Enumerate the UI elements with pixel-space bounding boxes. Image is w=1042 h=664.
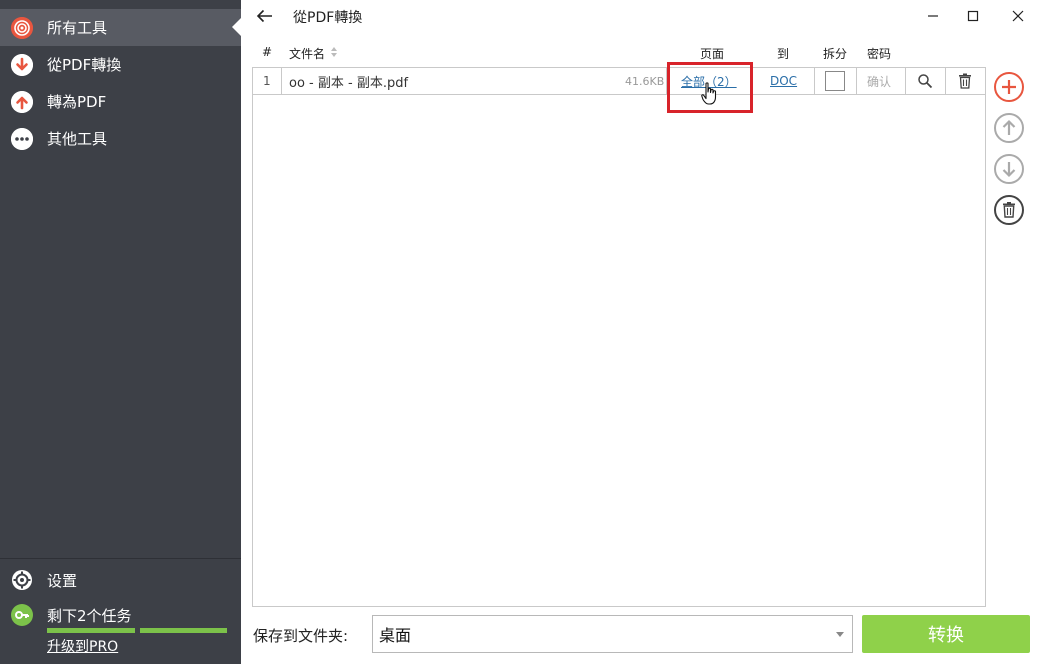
clear-all-button[interactable]	[993, 194, 1025, 226]
plus-circle-icon	[994, 72, 1024, 102]
settings-button[interactable]: 设置	[0, 560, 241, 600]
sidebar-item-all-tools[interactable]: 所有工具	[0, 9, 241, 46]
close-icon[interactable]	[1008, 6, 1028, 26]
convert-button-label: 转换	[928, 625, 964, 646]
trash-circle-icon	[994, 195, 1024, 225]
progress-segment	[47, 628, 135, 633]
file-table: 1 oo - 副本 - 副本.pdf 41.6KB 全部（2） DOC 确认	[252, 67, 986, 607]
column-header-filename[interactable]: 文件名	[289, 45, 338, 62]
cell-divider	[281, 68, 282, 94]
column-header-split: 拆分	[823, 47, 848, 61]
column-header-filename-label: 文件名	[289, 47, 326, 61]
main-panel: 從PDF轉換 # 文件名 页面 到 拆分 密码 1 oo - 副本 - 副本.p…	[241, 0, 1042, 664]
sidebar-item-to-pdf[interactable]: 轉為PDF	[0, 83, 241, 120]
column-header-index: #	[262, 45, 273, 59]
table-row[interactable]: 1 oo - 副本 - 副本.pdf 41.6KB 全部（2） DOC 确认	[253, 68, 985, 95]
tasks-progress-bar	[47, 628, 227, 633]
sidebar-footer: 设置 剩下2个任务 升级到PRO	[0, 558, 241, 655]
sidebar-item-label: 所有工具	[47, 19, 108, 37]
sidebar-item-from-pdf[interactable]: 從PDF轉換	[0, 46, 241, 83]
save-folder-select[interactable]: 桌面	[372, 615, 853, 653]
split-checkbox-cell	[825, 68, 845, 94]
tasks-label: 剩下2个任务	[47, 606, 132, 625]
hand-cursor-icon	[701, 82, 719, 110]
add-file-button[interactable]	[993, 71, 1025, 103]
title-bar: 從PDF轉換	[241, 0, 1042, 32]
save-folder-value: 桌面	[379, 626, 412, 645]
column-header-password: 密码	[867, 47, 892, 61]
arrow-down-icon	[11, 53, 33, 76]
column-header-pages: 页面	[700, 47, 725, 61]
cell-divider	[856, 68, 857, 94]
sidebar-item-label: 轉為PDF	[47, 93, 107, 111]
save-folder-label: 保存到文件夹:	[253, 627, 349, 645]
sidebar-item-label: 從PDF轉換	[47, 56, 122, 74]
split-checkbox[interactable]	[825, 71, 845, 91]
sidebar-item-label: 其他工具	[47, 130, 108, 148]
arrow-down-circle-icon	[994, 154, 1024, 184]
delete-row-icon[interactable]	[958, 68, 972, 94]
tasks-status: 剩下2个任务	[0, 600, 241, 630]
cell-divider	[945, 68, 946, 94]
more-icon	[11, 127, 33, 150]
row-index: 1	[263, 74, 271, 88]
progress-segment	[139, 628, 227, 633]
chevron-down-icon	[836, 632, 844, 637]
cell-divider	[814, 68, 815, 94]
row-filesize: 41.6KB	[625, 74, 665, 88]
gear-icon	[11, 569, 33, 591]
column-header-to: 到	[777, 47, 790, 61]
back-arrow-icon[interactable]	[255, 6, 275, 26]
convert-button[interactable]: 转换	[862, 615, 1030, 653]
move-down-button[interactable]	[993, 153, 1025, 185]
minimize-icon[interactable]	[923, 6, 943, 26]
cell-divider	[905, 68, 906, 94]
settings-label: 设置	[47, 571, 78, 590]
arrow-up-circle-icon	[994, 113, 1024, 143]
sidebar-item-other-tools[interactable]: 其他工具	[0, 120, 241, 157]
all-tools-icon	[11, 16, 33, 39]
password-field[interactable]: 确认	[867, 68, 891, 94]
preview-icon[interactable]	[917, 68, 933, 94]
key-icon	[11, 604, 33, 626]
sidebar: 所有工具 從PDF轉換 轉為PDF 其他工具 设置 剩下2个任务 升级到PRO	[0, 0, 241, 664]
sort-icon	[330, 46, 338, 61]
output-format-link[interactable]: DOC	[770, 68, 797, 94]
move-up-button[interactable]	[993, 112, 1025, 144]
window-title: 從PDF轉換	[293, 10, 363, 26]
arrow-up-icon	[11, 90, 33, 113]
row-filename: oo - 副本 - 副本.pdf	[289, 75, 409, 91]
maximize-icon[interactable]	[963, 6, 983, 26]
upgrade-link[interactable]: 升级到PRO	[47, 636, 118, 656]
